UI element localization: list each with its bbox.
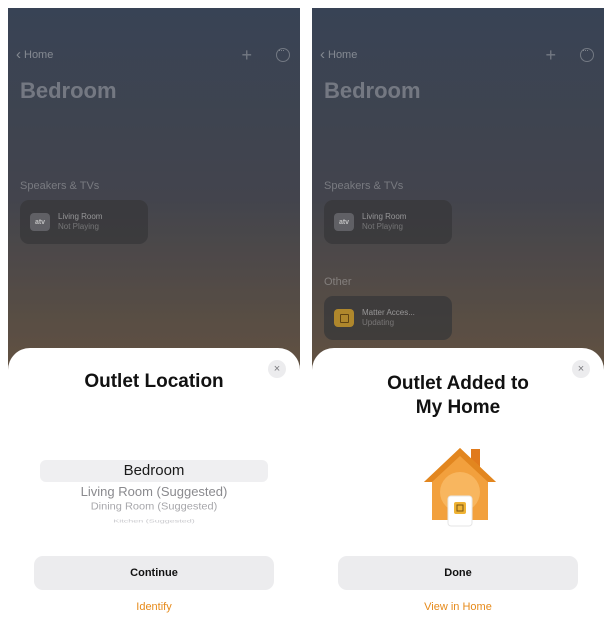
picker-option[interactable]: Bedroom xyxy=(34,462,274,479)
picker-option[interactable]: Kitchen (Suggested) xyxy=(34,518,274,524)
continue-button[interactable]: Continue xyxy=(34,556,274,590)
home-icon xyxy=(424,448,496,527)
identify-link[interactable]: Identify xyxy=(8,601,300,613)
room-picker[interactable]: Bedroom Living Room (Suggested) Dining R… xyxy=(34,458,274,526)
picker-option[interactable]: Living Room (Suggested) xyxy=(34,484,274,499)
view-in-home-link[interactable]: View in Home xyxy=(312,601,604,613)
sheet-title: Outlet Location xyxy=(84,371,224,392)
sheet-title-line1: Outlet Added to xyxy=(387,373,529,394)
bottom-sheet: × Outlet Added to My Home Done View in H… xyxy=(312,348,604,638)
picker-option[interactable]: Dining Room (Suggested) xyxy=(34,502,274,513)
done-button[interactable]: Done xyxy=(338,556,578,590)
sheet-title-line2: My Home xyxy=(415,397,501,418)
screen-outlet-location: ‹ Home + Bedroom Speakers & TVs atv Livi… xyxy=(8,8,300,638)
screen-outlet-added: ‹ Home + Bedroom Speakers & TVs atv Livi… xyxy=(312,8,604,638)
bottom-sheet: × Outlet Location Bedroom Living Room (S… xyxy=(8,348,300,638)
